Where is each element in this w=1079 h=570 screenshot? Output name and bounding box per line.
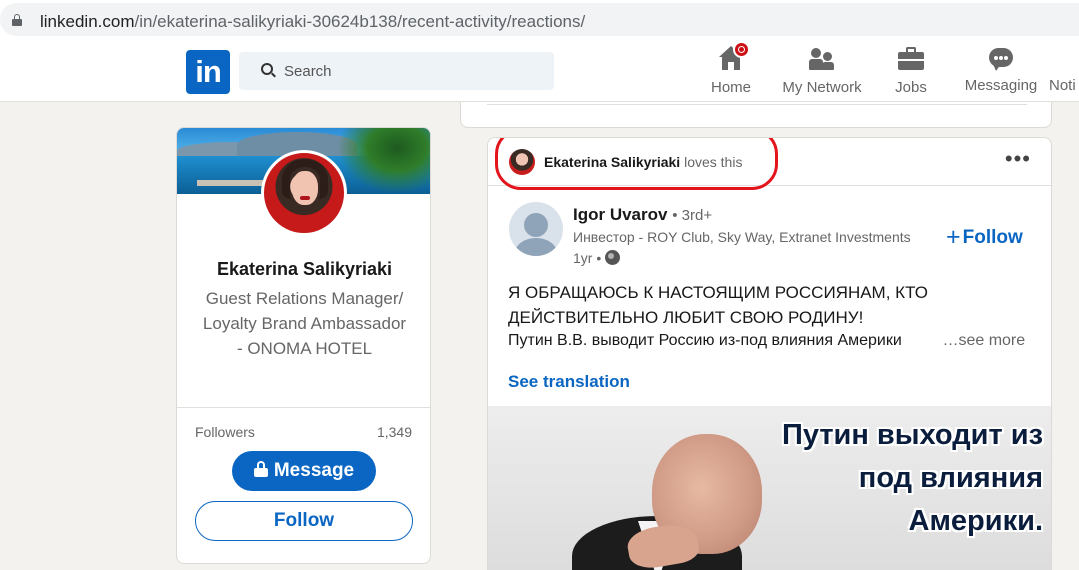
globe-icon <box>605 250 621 265</box>
message-button[interactable]: Message <box>232 451 376 491</box>
author-name-row[interactable]: Igor Uvarov • 3rd+ <box>573 205 712 225</box>
notifications-icon <box>1052 46 1079 76</box>
url-text[interactable]: linkedin.com/in/ekaterina-salikyriaki-30… <box>40 12 585 32</box>
nav-notifications[interactable]: Noti <box>1046 46 1079 98</box>
browser-address-bar: linkedin.com/in/ekaterina-salikyriaki-30… <box>0 0 1079 40</box>
red-annotation-ellipse <box>495 138 778 190</box>
followers-count: 1,349 <box>376 424 412 440</box>
post-body-text: Путин В.В. выводит Россию из-под влияния… <box>508 332 902 349</box>
plus-icon: + <box>946 223 961 251</box>
nav-jobs-label: Jobs <box>895 79 927 96</box>
search-input[interactable]: Search <box>239 52 554 90</box>
profile-card: Ekaterina Salikyriaki Guest Relations Ma… <box>176 127 431 564</box>
connection-degree: • 3rd+ <box>672 207 713 224</box>
image-caption-line-1: Путин выходит из <box>782 419 1043 451</box>
see-translation-link[interactable]: See translation <box>508 372 630 392</box>
image-caption: Путин выходит из под влияния Америки. <box>782 414 1043 543</box>
profile-headline: Guest Relations Manager/ Loyalty Brand A… <box>202 289 407 358</box>
top-navbar: in Search Home My Network Jobs Messaging <box>0 40 1079 102</box>
image-caption-line-3: Америки. <box>908 505 1043 537</box>
image-caption-line-2: под влияния <box>858 462 1043 494</box>
author-avatar[interactable] <box>509 202 563 256</box>
follow-author-button[interactable]: + Follow <box>946 223 1023 252</box>
divider <box>177 407 430 408</box>
nav-my-network[interactable]: My Network <box>774 46 870 98</box>
see-more-link[interactable]: …see more <box>942 332 1025 349</box>
profile-avatar[interactable] <box>261 150 347 236</box>
post-heading-text: Я ОБРАЩАЮСЬ К НАСТОЯЩИМ РОССИЯНАМ, КТО Д… <box>508 283 928 327</box>
message-button-label: Message <box>273 460 355 481</box>
linkedin-logo[interactable]: in <box>186 50 230 94</box>
profile-name[interactable]: Ekaterina Salikyriaki <box>177 259 430 280</box>
url-field[interactable]: linkedin.com/in/ekaterina-salikyriaki-30… <box>0 3 1079 36</box>
nav-jobs[interactable]: Jobs <box>882 46 940 98</box>
nav-notifications-label: Noti <box>1049 77 1076 94</box>
home-icon <box>716 41 750 76</box>
author-title: Инвестор - ROY Club, Sky Way, Extranet I… <box>573 229 911 245</box>
follow-author-label: Follow <box>962 227 1023 248</box>
search-placeholder: Search <box>284 63 332 80</box>
post-image[interactable]: Путин выходит из под влияния Америки. <box>488 406 1051 570</box>
post-body-line: Путин В.В. выводит Россию из-под влияния… <box>508 332 1038 350</box>
nav-messaging[interactable]: Messaging <box>960 46 1042 98</box>
nav-messaging-label: Messaging <box>964 77 1038 94</box>
lock-icon <box>253 461 268 477</box>
author-name[interactable]: Igor Uvarov <box>573 205 667 224</box>
followers-label: Followers <box>195 424 255 440</box>
my-network-icon <box>807 46 837 76</box>
post-time-text: 1yr • <box>573 250 602 266</box>
nav-home[interactable]: Home <box>698 41 764 98</box>
nav-home-label: Home <box>710 79 751 96</box>
search-icon <box>261 63 273 75</box>
jobs-icon <box>897 46 925 76</box>
activity-post-card: Ekaterina Salikyriaki loves this ••• Igo… <box>487 137 1052 570</box>
post-time: 1yr • <box>573 250 621 266</box>
follow-button[interactable]: Follow <box>195 501 413 541</box>
previous-post-card-bottom <box>460 102 1052 128</box>
lock-icon[interactable] <box>12 14 22 26</box>
messaging-icon <box>987 46 1015 76</box>
notification-badge <box>733 41 750 58</box>
more-options-icon[interactable]: ••• <box>1005 148 1031 170</box>
nav-my-network-label: My Network <box>782 79 862 96</box>
